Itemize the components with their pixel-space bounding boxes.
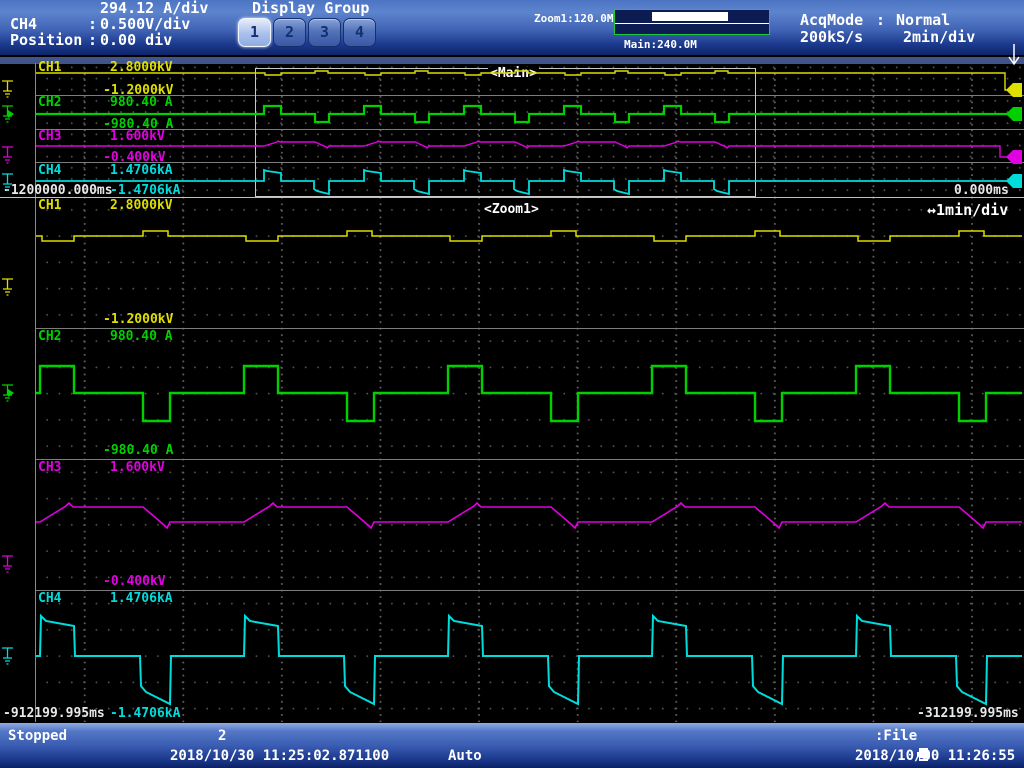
zoom-ch3-upper: 1.600kV <box>110 461 165 474</box>
zoom-end-time: -312199.995ms <box>917 707 1019 720</box>
zoom-ch4-upper: 1.4706kA <box>110 592 173 605</box>
acquisition-datetime: 2018/10/30 11:25:02.871100 <box>170 749 389 763</box>
main-ch4-name: CH4 <box>38 164 61 177</box>
main-ch4-upper: 1.4706kA <box>110 164 173 177</box>
vdiv-readout: 0.500V/div <box>100 17 190 32</box>
main-start-time: -1200000.000ms <box>3 184 113 197</box>
acq-mode-value: Normal <box>896 13 950 28</box>
display-group-button-3[interactable]: 3 <box>308 18 341 47</box>
display-group-button-1[interactable]: 1 <box>238 18 271 47</box>
sample-rate: 200kS/s <box>800 30 863 45</box>
main-ch3-name: CH3 <box>38 130 61 143</box>
main-timebase: 2min/div <box>903 30 975 45</box>
zoom-record-label: Zoom1:120.0M <box>534 11 613 26</box>
colon: : <box>88 33 97 48</box>
header-bar: 294.12 A/div CH4 : 0.500V/div Position :… <box>0 0 1024 55</box>
zoom-timebase: ↔1min/div <box>927 201 1008 219</box>
main-ch2-upper: 980.40 A <box>110 96 173 109</box>
zoom-ch1-lower: -1.2000kV <box>103 313 173 326</box>
main-end-time: 0.000ms <box>954 184 1009 197</box>
zoom-start-time: -912199.995ms <box>3 707 105 720</box>
main-record-label: Main:240.0M <box>624 37 697 52</box>
colon: : <box>876 13 885 28</box>
colon: : <box>88 17 97 32</box>
zoom-region-box[interactable] <box>255 68 756 197</box>
acquisition-count: 2 <box>218 729 226 743</box>
status-bar: Stopped 2 2018/10/30 11:25:02.871100 Aut… <box>0 723 1024 768</box>
zoom-ch3-name: CH3 <box>38 461 61 474</box>
main-ch2-name: CH2 <box>38 96 61 109</box>
ground-level-icon <box>2 106 13 122</box>
zoom-extent-segment <box>652 12 728 21</box>
display-group-button-4[interactable]: 4 <box>343 18 376 47</box>
main-ch1-upper: 2.8000kV <box>110 61 173 74</box>
main-ch3-upper: 1.600kV <box>110 130 165 143</box>
run-status: Stopped <box>8 729 67 743</box>
file-label: :File <box>875 729 917 743</box>
ground-level-icon <box>2 81 13 97</box>
zoom-ch1-upper: 2.8000kV <box>110 199 173 212</box>
trigger-mode: Auto <box>448 749 482 763</box>
system-datetime: 2018/10/30 11:26:55 <box>855 749 1015 763</box>
zoom-window-grid <box>36 198 1022 722</box>
ground-level-icon <box>2 556 13 572</box>
acq-mode-label: AcqMode <box>800 13 863 28</box>
position-value: 0.00 div <box>100 33 172 48</box>
ground-level-icon <box>2 648 13 664</box>
trigger-source-icon <box>8 389 14 397</box>
main-window-title: <Main> <box>488 67 539 80</box>
zoom-ch2-upper: 980.40 A <box>110 330 173 343</box>
strip-separator <box>36 590 1024 591</box>
zoom-ch4-lower: -1.4706kA <box>110 707 180 720</box>
adiv-readout: 294.12 A/div <box>100 1 208 16</box>
zoom-position-bar[interactable] <box>614 9 770 35</box>
zoom-window-title: <Zoom1> <box>482 203 541 216</box>
display-group-label: Display Group <box>252 1 369 16</box>
main-ch1-name: CH1 <box>38 61 61 74</box>
zoom-ch2-lower: -980.40 A <box>103 444 173 457</box>
ground-level-icon <box>2 147 13 163</box>
zoom-ch2-name: CH2 <box>38 330 61 343</box>
zoom-ch3-lower: -0.400kV <box>103 575 166 588</box>
zoom-ch1-name: CH1 <box>38 199 61 212</box>
position-label: Position <box>10 33 82 48</box>
strip-separator <box>36 459 1024 460</box>
channel-name: CH4 <box>10 17 37 32</box>
ground-level-icon <box>2 279 13 295</box>
ground-level-icon <box>2 385 13 401</box>
oscilloscope-screen: 294.12 A/div CH4 : 0.500V/div Position :… <box>0 0 1024 768</box>
strip-separator <box>36 328 1024 329</box>
trigger-source-icon <box>8 110 14 118</box>
zoom-ch4-name: CH4 <box>38 592 61 605</box>
main-ch4-lower: -1.4706kA <box>110 184 180 197</box>
main-extent-line <box>615 23 769 24</box>
display-group-button-2[interactable]: 2 <box>273 18 306 47</box>
